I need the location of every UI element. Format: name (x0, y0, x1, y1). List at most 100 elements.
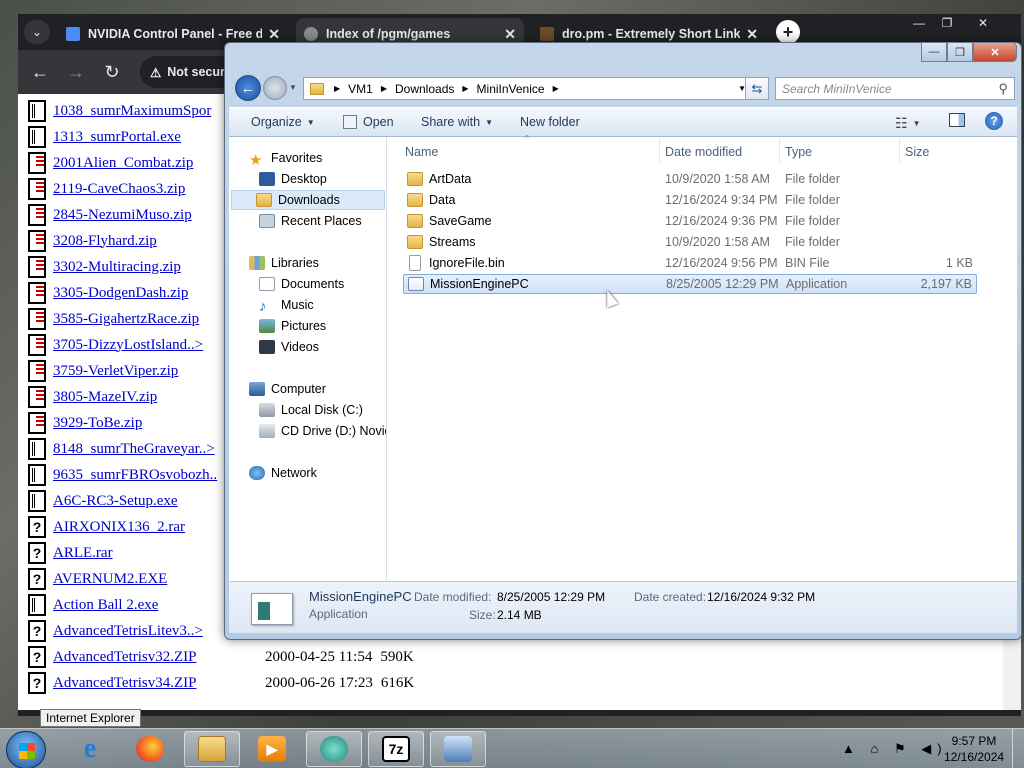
file-link[interactable]: ARLE.rar (53, 545, 113, 562)
file-row[interactable]: IgnoreFile.bin 12/16/2024 9:56 PM BIN File… (403, 253, 977, 273)
help-icon[interactable]: ? (985, 112, 1003, 130)
file-row[interactable]: SaveGame 12/16/2024 9:36 PM File folder (403, 211, 977, 231)
search-input[interactable]: Search MiniInVenice ⚲ (775, 77, 1015, 100)
file-link[interactable]: AIRXONIX136_2.rar (53, 519, 185, 536)
file-row[interactable]: ArtData 10/9/2020 1:58 AM File folder (403, 169, 977, 189)
breadcrumb-vm1[interactable]: VM1 ▶ (348, 82, 387, 96)
maximize-icon[interactable]: ❐ (934, 14, 960, 32)
nav-videos[interactable]: Videos (259, 337, 319, 357)
file-link[interactable]: 1038_sumrMaximumSpor (53, 103, 211, 120)
column-divider[interactable] (899, 139, 900, 163)
file-link[interactable]: 3305-DodgenDash.zip (53, 285, 188, 302)
preview-pane-icon[interactable] (949, 113, 965, 127)
taskbar: e ▶ 7z ▲ ⌂ ⚑ ◀) 9:57 PM 12/16/2024 (0, 728, 1024, 768)
nav-network[interactable]: Network (249, 463, 317, 483)
nav-music[interactable]: ♪ Music (259, 295, 314, 315)
breadcrumb[interactable]: ▶ VM1 ▶ Downloads ▶ MiniInVenice ▶ ▼ (303, 77, 753, 100)
chevron-right-icon[interactable]: ▶ (553, 84, 559, 93)
forward-arrow-icon[interactable]: → (64, 60, 88, 84)
chevron-right-icon[interactable]: ▶ (381, 84, 387, 93)
file-link[interactable]: 8148_sumrTheGraveyar..> (53, 441, 215, 458)
file-link[interactable]: 1313_sumrPortal.exe (53, 129, 181, 146)
nav-desktop[interactable]: Desktop (259, 169, 327, 189)
file-link[interactable]: 3208-Flyhard.zip (53, 233, 157, 250)
taskbar-7zip[interactable]: 7z (368, 731, 424, 767)
chevron-down-icon[interactable]: ⌄ (24, 20, 50, 44)
nav-favorites[interactable]: ★ Favorites (249, 148, 322, 169)
nav-pictures[interactable]: Pictures (259, 316, 326, 336)
file-link[interactable]: 3759-VerletViper.zip (53, 363, 178, 380)
list-item: 3208-Flyhard.zip (28, 228, 157, 254)
column-divider[interactable] (779, 139, 780, 163)
column-header-type[interactable]: Type (785, 145, 812, 159)
share-with-button[interactable]: Share with ▼ (421, 115, 493, 129)
file-link[interactable]: A6C-RC3-Setup.exe (53, 493, 178, 510)
file-link[interactable]: 2001Alien_Combat.zip (53, 155, 193, 172)
windows-logo-icon (19, 743, 35, 759)
nav-downloads[interactable]: Downloads (231, 190, 385, 210)
nav-libraries[interactable]: Libraries (249, 253, 319, 273)
new-folder-button[interactable]: New folder (520, 115, 580, 129)
file-link[interactable]: AdvancedTetrisLitev3..> (53, 623, 203, 640)
file-row[interactable]: MissionEnginePC 8/25/2005 12:29 PM Applica… (403, 274, 977, 294)
file-link[interactable]: AVERNUM2.EXE (53, 571, 167, 588)
file-link[interactable]: 2845-NezumiMuso.zip (53, 207, 192, 224)
taskbar-windows-explorer[interactable] (184, 731, 240, 767)
taskbar-network-tool[interactable] (430, 731, 486, 767)
nav-local-disk[interactable]: Local Disk (C:) (259, 400, 363, 420)
file-link[interactable]: AdvancedTetrisv34.ZIP (53, 675, 197, 692)
column-header-name[interactable]: Name (405, 145, 438, 159)
show-desktop-button[interactable] (1012, 729, 1024, 768)
close-icon[interactable]: ✕ (973, 42, 1017, 62)
breadcrumb-downloads[interactable]: Downloads ▶ (395, 82, 469, 96)
details-modified-label: Date modified: (414, 590, 492, 604)
maximize-icon[interactable]: ❐ (947, 42, 973, 62)
file-link[interactable]: 2119-CaveChaos3.zip (53, 181, 185, 198)
tab-close-icon[interactable]: ✕ (504, 26, 516, 43)
nav-recent-places[interactable]: Recent Places (259, 211, 362, 231)
chevron-right-icon[interactable]: ▶ (462, 84, 468, 93)
system-clock[interactable]: 9:57 PM 12/16/2024 (944, 733, 1004, 765)
file-link[interactable]: Action Ball 2.exe (53, 597, 158, 614)
start-orb[interactable] (6, 731, 46, 768)
nav-documents[interactable]: Documents (259, 274, 344, 294)
file-link[interactable]: 3585-GigahertzRace.zip (53, 311, 199, 328)
nav-computer[interactable]: Computer (249, 379, 326, 399)
folder-icon (198, 736, 226, 762)
open-button[interactable]: Open (343, 115, 394, 129)
tab-close-icon[interactable]: ✕ (746, 26, 758, 43)
organize-button[interactable]: Organize ▼ (251, 115, 315, 129)
column-divider[interactable] (659, 139, 660, 163)
reload-icon[interactable]: ↻ (100, 60, 124, 84)
back-arrow-icon[interactable]: ← (28, 60, 52, 84)
file-link[interactable]: 9635_sumrFBROsvobozh.. (53, 467, 217, 484)
minimize-icon[interactable]: — (906, 14, 932, 32)
new-tab-icon[interactable]: + (776, 20, 800, 44)
nav-cd-drive[interactable]: CD Drive (D:) Novide (259, 421, 386, 441)
list-item: 3302-Multiracing.zip (28, 254, 181, 280)
taskbar-firefox[interactable] (122, 731, 178, 767)
minimize-icon[interactable]: — (921, 42, 947, 62)
forward-arrow-icon[interactable] (263, 76, 287, 100)
breadcrumb-miniinvenice[interactable]: MiniInVenice ▶ (477, 82, 559, 96)
back-arrow-icon[interactable]: ← (235, 75, 261, 101)
file-link[interactable]: 3929-ToBe.zip (53, 415, 142, 432)
taskbar-app-teal[interactable] (306, 731, 362, 767)
close-icon[interactable]: ✕ (970, 14, 996, 32)
view-options-icon[interactable]: ☷ ▼ (895, 115, 920, 132)
chevron-right-icon[interactable]: ▶ (334, 84, 340, 93)
file-row[interactable]: Streams 10/9/2020 1:58 AM File folder (403, 232, 977, 252)
system-tray-icons[interactable]: ▲ ⌂ ⚑ ◀) (842, 741, 948, 757)
refresh-icon[interactable]: ⇆ (745, 77, 769, 100)
taskbar-media-player[interactable]: ▶ (244, 731, 300, 767)
file-row[interactable]: Data 12/16/2024 9:34 PM File folder (403, 190, 977, 210)
file-link[interactable]: 3805-MazeIV.zip (53, 389, 157, 406)
column-header-size[interactable]: Size (905, 145, 929, 159)
file-link[interactable]: 3302-Multiracing.zip (53, 259, 181, 276)
column-header-date[interactable]: Date modified (665, 145, 742, 159)
recent-pages-dropdown-icon[interactable]: ▼ (289, 83, 297, 92)
tab-close-icon[interactable]: ✕ (268, 26, 280, 43)
file-link[interactable]: 3705-DizzyLostIsland..> (53, 337, 203, 354)
file-link[interactable]: AdvancedTetrisv32.ZIP (53, 649, 197, 666)
taskbar-internet-explorer[interactable]: e (62, 731, 118, 767)
